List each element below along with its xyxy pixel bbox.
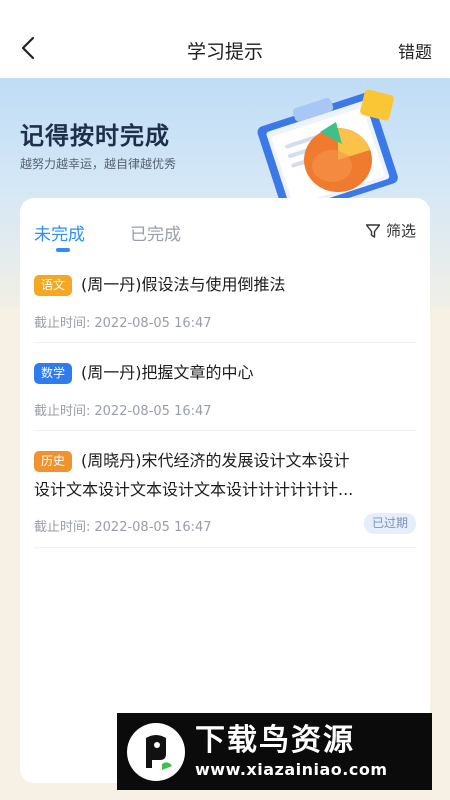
subject-tag: 语文 <box>34 275 73 296</box>
tab-completed[interactable]: 已完成 <box>130 220 181 245</box>
task-item[interactable]: 历史 (周晓丹)宋代经济的发展设计文本设计 设计文本设计文本设计文本设计计计计计… <box>34 450 416 550</box>
wrong-questions-button[interactable]: 错题 <box>398 38 432 63</box>
deadline-label: 截止时间: <box>34 404 91 419</box>
subject-tag: 历史 <box>34 451 73 472</box>
watermark-banner: 下载鸟资源 www.xiazainiao.com <box>117 713 432 790</box>
task-title: (周一丹)假设法与使用倒推法 <box>81 275 286 294</box>
banner-title: 记得按时完成 <box>20 122 170 150</box>
page-title: 学习提示 <box>186 41 263 63</box>
task-list-card: 未完成 已完成 筛选 语文 (周一丹)假设法与使用倒推法 截止时间: 2022-0… <box>20 198 430 783</box>
task-title-line-2: 设计文本设计文本设计文本设计计计计计计... <box>34 480 354 499</box>
active-tab-indicator <box>56 248 70 252</box>
deadline-value: 2022-08-05 16:47 <box>94 404 212 419</box>
banner-subtitle: 越努力越幸运，越自律越优秀 <box>20 157 177 171</box>
filter-label: 筛选 <box>385 222 416 240</box>
bird-logo-icon <box>127 722 185 781</box>
top-navigation-bar: 学习提示 错题 <box>0 0 450 78</box>
task-title-line-1: (周晓丹)宋代经济的发展设计文本设计 <box>81 451 350 470</box>
watermark-name: 下载鸟资源 <box>195 722 355 758</box>
task-deadline: 截止时间: 2022-08-05 16:47 <box>34 400 216 419</box>
task-deadline: 截止时间: 2022-08-05 16:47 <box>34 312 216 331</box>
filter-button[interactable]: 筛选 <box>365 220 416 241</box>
deadline-label: 截止时间: <box>34 316 91 331</box>
item-divider <box>34 547 416 548</box>
subject-tag: 数学 <box>34 363 73 384</box>
item-divider <box>34 430 416 431</box>
task-item[interactable]: 语文 (周一丹)假设法与使用倒推法 截止时间: 2022-08-05 16:47 <box>34 274 416 344</box>
deadline-value: 2022-08-05 16:47 <box>94 520 212 535</box>
filter-icon <box>365 223 381 238</box>
tab-incomplete[interactable]: 未完成 <box>34 220 85 245</box>
task-title: (周一丹)把握文章的中心 <box>81 363 254 382</box>
clipboard-pie-illustration <box>257 89 398 212</box>
watermark-url: www.xiazainiao.com <box>195 759 388 779</box>
task-deadline: 截止时间: 2022-08-05 16:47 <box>34 516 216 535</box>
item-divider <box>34 342 416 343</box>
deadline-label: 截止时间: <box>34 520 91 535</box>
expired-badge: 已过期 <box>363 513 416 534</box>
deadline-value: 2022-08-05 16:47 <box>94 316 212 331</box>
task-item[interactable]: 数学 (周一丹)把握文章的中心 截止时间: 2022-08-05 16:47 <box>34 362 416 432</box>
